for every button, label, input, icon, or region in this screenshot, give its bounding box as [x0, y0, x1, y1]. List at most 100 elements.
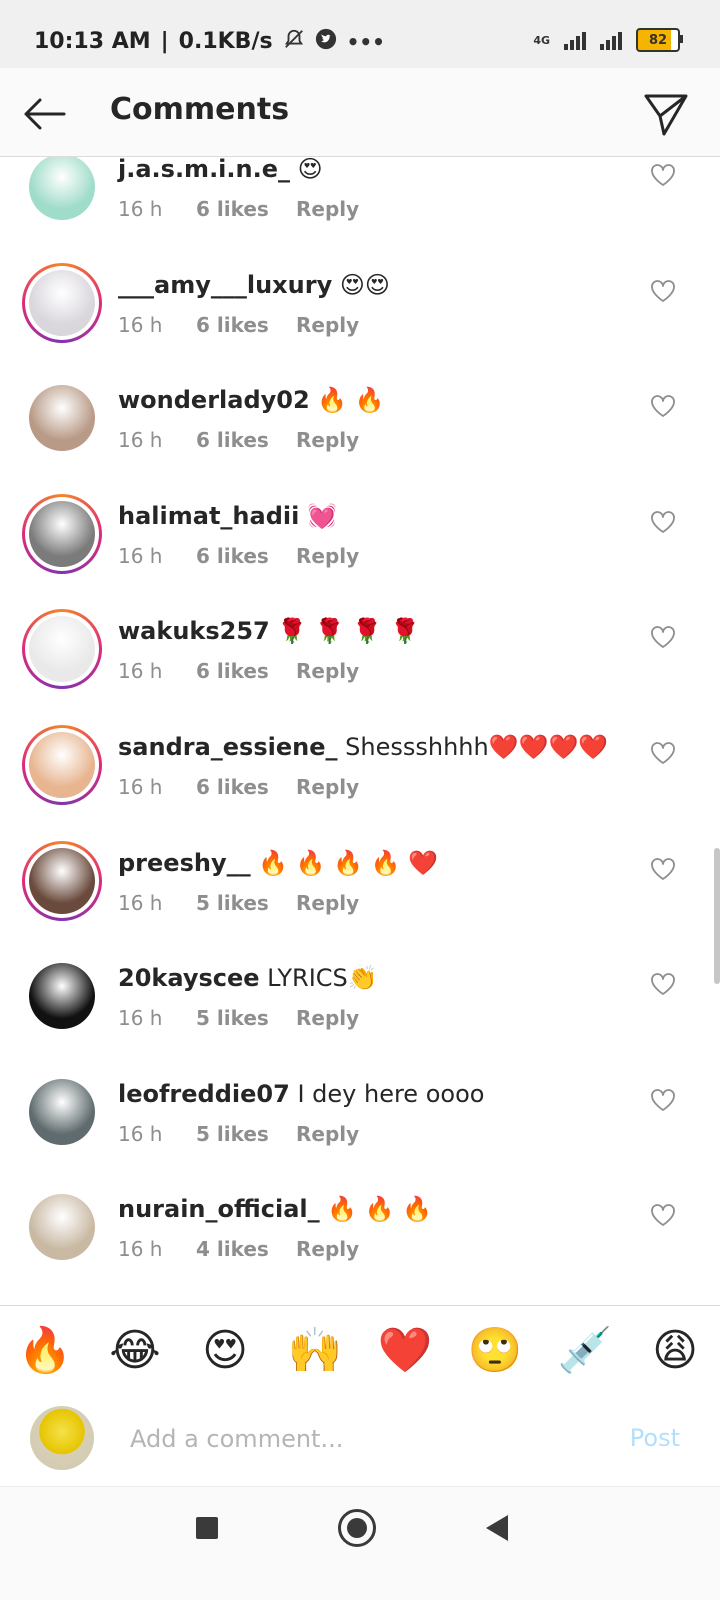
reply-button[interactable]: Reply [296, 313, 359, 337]
list-item[interactable]: j.a.s.m.i.n.e_ 😍 16 h 6 likes Reply [0, 157, 720, 265]
comment-input[interactable] [128, 1420, 572, 1458]
comment-username[interactable]: j.a.s.m.i.n.e_ [118, 157, 290, 183]
comment-likes[interactable]: 5 likes [196, 891, 296, 915]
comment-text: preeshy__ 🔥 🔥 🔥 🔥 ❤️ [118, 849, 438, 877]
comment-likes[interactable]: 6 likes [196, 313, 296, 337]
comment-body: I dey here oooo [297, 1079, 485, 1108]
back-button[interactable] [20, 90, 68, 138]
emoji-button[interactable]: 😂 [100, 1325, 170, 1376]
comment-body: 🔥 🔥 [317, 386, 385, 415]
list-item[interactable]: nurain_official_ 🔥 🔥 🔥 16 h 4 likes Reply [0, 1187, 720, 1305]
comment-username[interactable]: wakuks257 [118, 617, 270, 645]
comment-username[interactable]: nurain_official_ [118, 1195, 320, 1223]
like-heart-icon[interactable] [650, 625, 678, 651]
battery-level: 82 [648, 32, 668, 48]
scrollbar[interactable] [714, 848, 720, 984]
avatar-image [29, 500, 95, 567]
emoji-button[interactable]: 😍 [190, 1325, 260, 1376]
comment-likes[interactable]: 6 likes [196, 544, 296, 568]
comment-time: 16 h [118, 890, 163, 915]
emoji-button[interactable]: 💉 [550, 1324, 620, 1376]
comment-username[interactable]: ___amy___luxury [118, 271, 332, 299]
like-heart-icon[interactable] [650, 394, 678, 420]
reply-button[interactable]: Reply [296, 1122, 359, 1146]
home-icon[interactable] [338, 1509, 376, 1547]
more-dots-icon: ••• [346, 29, 385, 54]
comment-username[interactable]: wonderlady02 [118, 386, 310, 414]
comment-likes[interactable]: 5 likes [196, 1006, 296, 1030]
like-heart-icon[interactable] [650, 972, 678, 998]
avatar-image [29, 385, 95, 452]
reply-button[interactable]: Reply [296, 544, 359, 568]
comment-meta: 16 h 6 likes Reply [118, 313, 359, 337]
comment-time: 16 h [118, 775, 163, 799]
reply-button[interactable]: Reply [296, 197, 359, 221]
like-heart-icon[interactable] [650, 1088, 678, 1114]
comment-username[interactable]: leofreddie07 [118, 1080, 290, 1108]
comment-meta: 16 h 6 likes Reply [118, 428, 359, 452]
like-heart-icon[interactable] [650, 163, 678, 189]
post-button[interactable]: Post [630, 1424, 680, 1452]
comment-text: halimat_hadii 💓 [118, 502, 337, 530]
list-item[interactable]: wonderlady02 🔥 🔥 16 h 6 likes Reply [0, 378, 720, 496]
like-heart-icon[interactable] [650, 857, 678, 883]
emoji-button[interactable]: 🔥 [10, 1324, 80, 1376]
comment-likes[interactable]: 4 likes [196, 1237, 296, 1261]
comment-username[interactable]: halimat_hadii [118, 502, 299, 530]
comment-meta: 16 h 6 likes Reply [118, 659, 359, 683]
emoji-button[interactable]: 🙄 [460, 1324, 530, 1376]
comment-likes[interactable]: 6 likes [196, 775, 296, 799]
reply-button[interactable]: Reply [296, 1006, 359, 1030]
share-button[interactable] [642, 90, 690, 138]
avatar[interactable] [22, 725, 102, 805]
like-heart-icon[interactable] [650, 510, 678, 536]
avatar[interactable] [22, 840, 102, 921]
avatar[interactable] [22, 262, 102, 343]
avatar[interactable] [22, 609, 102, 690]
reply-button[interactable]: Reply [296, 428, 359, 452]
comment-likes[interactable]: 5 likes [196, 1122, 296, 1146]
comment-time: 16 h [118, 1237, 163, 1262]
list-item[interactable]: sandra_essiene_ Shessshhhh❤️❤️❤️❤️ 16 h 6 … [0, 725, 720, 843]
list-item[interactable]: wakuks257 🌹 🌹 🌹 🌹 16 h 6 likes Reply [0, 609, 720, 727]
list-item[interactable]: 20kayscee LYRICS👏 16 h 5 likes Reply [0, 956, 720, 1074]
comment-likes[interactable]: 6 likes [196, 659, 296, 683]
like-heart-icon[interactable] [650, 741, 678, 767]
like-heart-icon[interactable] [650, 1203, 678, 1229]
reply-button[interactable]: Reply [296, 775, 359, 799]
avatar[interactable] [22, 378, 102, 458]
comment-time: 16 h [118, 1121, 163, 1146]
avatar[interactable] [22, 157, 102, 227]
comment-body: 🔥 🔥 🔥 [327, 1195, 433, 1224]
emoji-button[interactable]: 🙌 [280, 1324, 350, 1376]
avatar[interactable] [22, 956, 102, 1036]
recent-apps-icon[interactable] [196, 1517, 218, 1539]
comment-text: leofreddie07 I dey here oooo [118, 1080, 484, 1108]
emoji-button[interactable]: ❤️ [370, 1324, 440, 1376]
arrow-left-icon [24, 98, 66, 130]
list-item[interactable]: halimat_hadii 💓 16 h 6 likes Reply [0, 493, 720, 612]
comment-username[interactable]: 20kayscee [118, 964, 260, 992]
like-heart-icon[interactable] [650, 279, 678, 305]
comment-likes[interactable]: 6 likes [196, 428, 296, 452]
comment-username[interactable]: preeshy__ [118, 849, 251, 877]
emoji-button[interactable]: 😩 [640, 1325, 710, 1376]
comment-username[interactable]: sandra_essiene_ [118, 733, 338, 761]
avatar[interactable] [22, 1072, 102, 1152]
status-time: 10:13 AM [34, 29, 151, 54]
back-icon[interactable] [486, 1515, 508, 1541]
reply-button[interactable]: Reply [296, 1237, 359, 1261]
list-item[interactable]: ___amy___luxury 😍😍 16 h 6 likes Reply [0, 262, 720, 381]
comment-body: 🔥 🔥 🔥 🔥 ❤️ [258, 848, 439, 877]
list-item[interactable]: preeshy__ 🔥 🔥 🔥 🔥 ❤️ 16 h 5 likes Reply [0, 840, 720, 959]
header: Comments [0, 68, 720, 157]
avatar[interactable] [22, 1187, 102, 1267]
comment-text: ___amy___luxury 😍😍 [118, 271, 390, 299]
twitter-icon [315, 28, 337, 55]
reply-button[interactable]: Reply [296, 659, 359, 683]
reply-button[interactable]: Reply [296, 891, 359, 915]
list-item[interactable]: leofreddie07 I dey here oooo 16 h 5 likes R… [0, 1072, 720, 1190]
comments-list[interactable]: j.a.s.m.i.n.e_ 😍 16 h6 likes Reply ___amy__… [0, 157, 720, 1330]
comment-likes[interactable]: 6 likes [196, 197, 296, 221]
avatar[interactable] [22, 493, 102, 574]
